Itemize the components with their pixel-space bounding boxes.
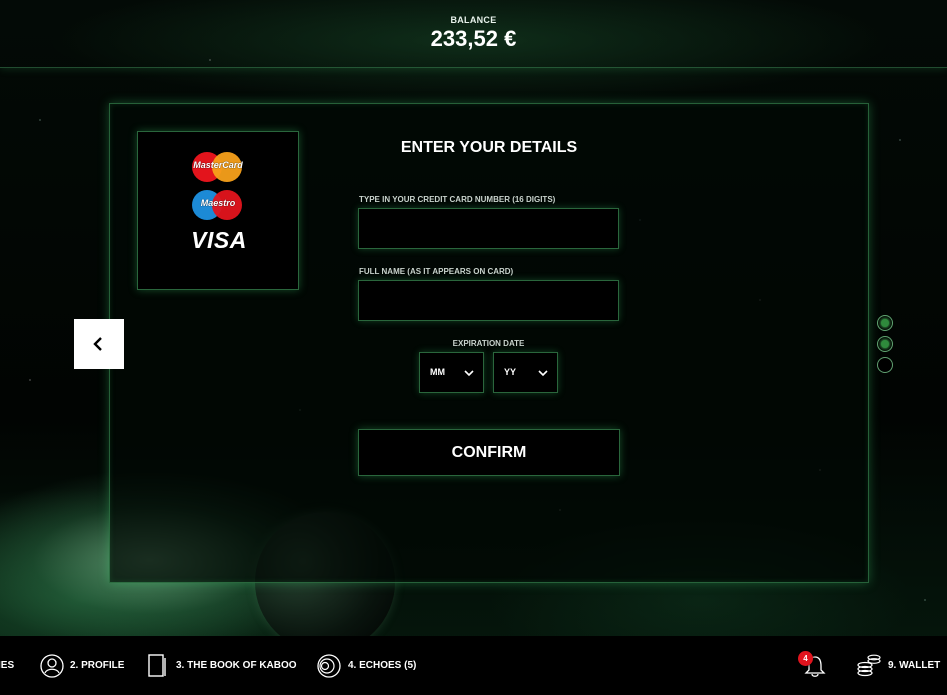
- header: BALANCE 233,52 €: [0, 0, 947, 68]
- pager-dot-1[interactable]: [877, 315, 893, 331]
- month-value: MM: [430, 367, 445, 377]
- maestro-logo: Maestro: [192, 190, 244, 220]
- card-number-input[interactable]: [358, 208, 619, 249]
- nav-item-profile-label: 2. PROFILE: [70, 660, 125, 671]
- confirm-button[interactable]: CONFIRM: [358, 429, 620, 476]
- nav-item-profile[interactable]: 2. PROFILE: [40, 636, 124, 695]
- maestro-logo-text: Maestro: [200, 198, 236, 208]
- card-number-label: TYPE IN YOUR CREDIT CARD NUMBER (16 DIGI…: [359, 195, 556, 204]
- notifications-count-badge: 4: [798, 651, 813, 666]
- chevron-left-icon: [93, 337, 102, 351]
- echoes-icon: [317, 653, 341, 678]
- profile-icon: [40, 653, 64, 678]
- accepted-cards-box: MasterCard Maestro VISA: [137, 131, 299, 290]
- nav-item-echoes-label: 4. ECHOES (5): [348, 660, 417, 671]
- balance-label: BALANCE: [450, 15, 497, 25]
- coins-stack-icon: [857, 654, 881, 676]
- mastercard-logo-text: MasterCard: [193, 160, 243, 170]
- previous-button[interactable]: [74, 319, 124, 369]
- chevron-down-icon: [538, 370, 548, 377]
- full-name-input[interactable]: [358, 280, 619, 321]
- nav-item-echoes[interactable]: 4. ECHOES (5): [316, 636, 416, 695]
- nav-item-book-of-kaboo-label: 3. THE BOOK OF KABOO: [176, 660, 297, 671]
- book-icon: [148, 653, 166, 677]
- expiration-date-label: EXPIRATION DATE: [452, 339, 525, 348]
- pager-dot-2[interactable]: [877, 336, 893, 352]
- pager-dot-3[interactable]: [877, 357, 893, 373]
- expiration-year-select[interactable]: YY: [493, 352, 558, 393]
- nav-item-book-of-kaboo[interactable]: 3. THE BOOK OF KABOO: [146, 636, 297, 695]
- nav-item-partial[interactable]: IES: [0, 636, 14, 695]
- visa-logo: VISA: [191, 227, 247, 253]
- mastercard-logo: MasterCard: [192, 152, 244, 182]
- nav-item-wallet[interactable]: 9. WALLET: [856, 636, 940, 695]
- expiration-month-select[interactable]: MM: [419, 352, 484, 393]
- nav-item-wallet-label: 9. WALLET: [888, 660, 941, 671]
- balance-value: 233,52 €: [430, 26, 517, 51]
- year-value: YY: [504, 367, 517, 377]
- chevron-down-icon: [464, 370, 474, 377]
- form-title: ENTER YOUR DETAILS: [400, 139, 578, 156]
- full-name-label: FULL NAME (AS IT APPEARS ON CARD): [359, 267, 514, 276]
- nav-item-partial-label: IES: [0, 660, 15, 671]
